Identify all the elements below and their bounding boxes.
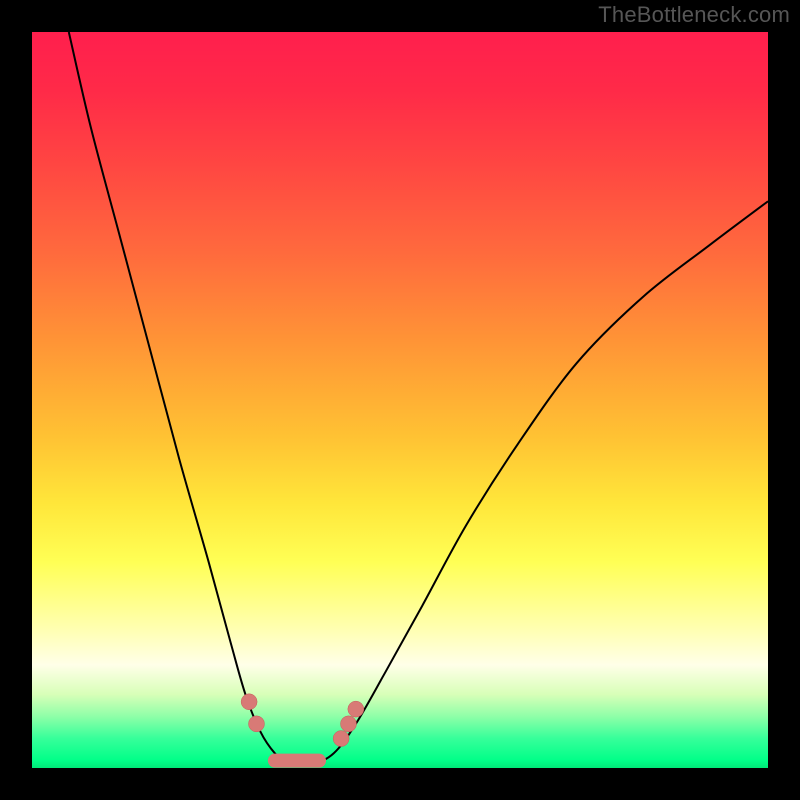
bottleneck-curve-svg [32, 32, 768, 768]
bottleneck-curve [69, 32, 768, 766]
plot-area [32, 32, 768, 768]
chart-frame: TheBottleneck.com [0, 0, 800, 800]
watermark-text: TheBottleneck.com [598, 2, 790, 28]
near-optimal-dots [241, 694, 364, 761]
